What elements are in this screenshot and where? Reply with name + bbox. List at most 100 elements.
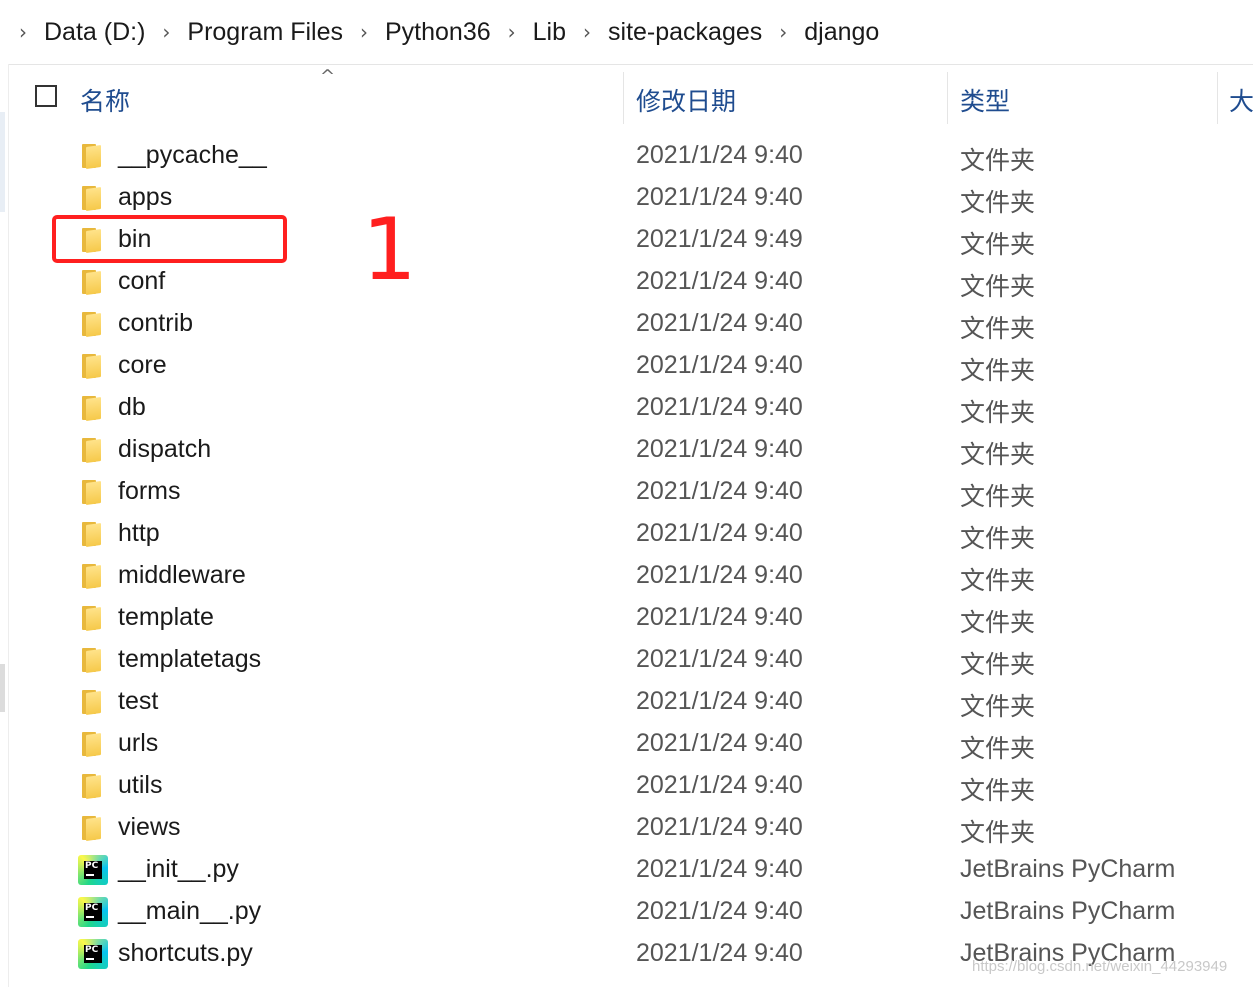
file-modified-date: 2021/1/24 9:40 [636,855,803,883]
pycharm-icon: PC [78,855,108,885]
file-row[interactable]: urls 2021/1/24 9:40 文件夹 [0,723,1253,765]
column-divider[interactable] [947,72,948,124]
file-modified-date: 2021/1/24 9:40 [636,603,803,631]
file-modified-date: 2021/1/24 9:40 [636,897,803,925]
file-name[interactable]: __pycache__ [118,141,267,170]
file-name[interactable]: test [118,687,158,716]
breadcrumb-item[interactable]: Program Files [183,18,347,47]
chevron-right-icon[interactable]: › [495,20,529,44]
file-name[interactable]: contrib [118,309,193,338]
file-type: 文件夹 [960,693,1036,721]
folder-icon [78,603,108,633]
file-modified-date: 2021/1/24 9:40 [636,561,803,589]
file-name[interactable]: db [118,393,146,422]
file-row[interactable]: apps 2021/1/24 9:40 文件夹 [0,177,1253,219]
file-modified-date: 2021/1/24 9:40 [636,645,803,673]
file-modified-date: 2021/1/24 9:40 [636,141,803,169]
folder-icon [78,351,108,381]
file-name[interactable]: middleware [118,561,246,590]
column-header: ^ 名称 修改日期 类型 大 [10,64,1253,130]
file-type: 文件夹 [960,273,1036,301]
column-divider[interactable] [1217,72,1218,124]
folder-icon [78,393,108,423]
column-name-header[interactable]: 名称 [80,82,130,118]
file-name[interactable]: urls [118,729,158,758]
file-name[interactable]: shortcuts.py [118,939,253,968]
file-modified-date: 2021/1/24 9:40 [636,267,803,295]
file-row[interactable]: dispatch 2021/1/24 9:40 文件夹 [0,429,1253,471]
file-modified-date: 2021/1/24 9:40 [636,939,803,967]
file-modified-date: 2021/1/24 9:40 [636,477,803,505]
file-name[interactable]: core [118,351,167,380]
address-bar[interactable]: i ›Data (D:)›Program Files›Python36›Lib›… [0,0,1253,65]
file-row[interactable]: middleware 2021/1/24 9:40 文件夹 [0,555,1253,597]
file-type: JetBrains PyCharm [960,855,1176,883]
file-row[interactable]: templatetags 2021/1/24 9:40 文件夹 [0,639,1253,681]
file-row[interactable]: http 2021/1/24 9:40 文件夹 [0,513,1253,555]
file-type: 文件夹 [960,735,1036,763]
file-name[interactable]: apps [118,183,172,212]
file-type: 文件夹 [960,651,1036,679]
file-modified-date: 2021/1/24 9:49 [636,225,803,253]
breadcrumb-item[interactable]: django [800,18,883,47]
file-type: 文件夹 [960,441,1036,469]
column-type-header[interactable]: 类型 [960,82,1010,118]
pycharm-icon: PC [78,939,108,969]
column-size-header[interactable]: 大 [1229,82,1253,118]
folder-icon [78,477,108,507]
file-type: 文件夹 [960,777,1036,805]
file-row[interactable]: test 2021/1/24 9:40 文件夹 [0,681,1253,723]
file-row[interactable]: PC __main__.py 2021/1/24 9:40 JetBrains PyC… [0,891,1253,933]
select-all-checkbox[interactable] [35,85,57,107]
file-name[interactable]: template [118,603,214,632]
chevron-right-icon[interactable]: › [149,20,183,44]
file-modified-date: 2021/1/24 9:40 [636,309,803,337]
file-modified-date: 2021/1/24 9:40 [636,771,803,799]
file-name[interactable]: conf [118,267,165,296]
chevron-right-icon[interactable]: › [570,20,604,44]
file-modified-date: 2021/1/24 9:40 [636,519,803,547]
file-row[interactable]: contrib 2021/1/24 9:40 文件夹 [0,303,1253,345]
chevron-right-icon[interactable]: › [766,20,800,44]
file-modified-date: 2021/1/24 9:40 [636,183,803,211]
breadcrumb-item[interactable]: site-packages [604,18,766,47]
breadcrumb-item[interactable]: Lib [529,18,570,47]
file-name[interactable]: forms [118,477,181,506]
file-row[interactable]: __pycache__ 2021/1/24 9:40 文件夹 [0,135,1253,177]
file-row[interactable]: views 2021/1/24 9:40 文件夹 [0,807,1253,849]
column-date-header[interactable]: 修改日期 [636,82,736,118]
file-name[interactable]: views [118,813,181,842]
file-name[interactable]: __main__.py [118,897,261,926]
file-row[interactable]: db 2021/1/24 9:40 文件夹 [0,387,1253,429]
annotation-number: 1 [362,200,417,300]
file-modified-date: 2021/1/24 9:40 [636,729,803,757]
file-type: 文件夹 [960,483,1036,511]
chevron-right-icon[interactable]: › [347,20,381,44]
annotation-highlight-box [52,215,287,263]
folder-icon [78,645,108,675]
file-name[interactable]: dispatch [118,435,211,464]
folder-icon [78,141,108,171]
file-type: 文件夹 [960,819,1036,847]
file-row[interactable]: conf 2021/1/24 9:40 文件夹 [0,261,1253,303]
file-type: 文件夹 [960,147,1036,175]
file-row[interactable]: core 2021/1/24 9:40 文件夹 [0,345,1253,387]
file-name[interactable]: utils [118,771,162,800]
file-type: 文件夹 [960,609,1036,637]
file-row[interactable]: PC __init__.py 2021/1/24 9:40 JetBrains PyC… [0,849,1253,891]
breadcrumb-item[interactable]: Python36 [381,18,495,47]
breadcrumb-item[interactable]: Data (D:) [40,18,149,47]
file-row[interactable]: utils 2021/1/24 9:40 文件夹 [0,765,1253,807]
file-name[interactable]: http [118,519,160,548]
file-type: JetBrains PyCharm [960,897,1176,925]
chevron-right-icon[interactable]: › [6,20,40,44]
file-name[interactable]: templatetags [118,645,261,674]
column-divider[interactable] [623,72,624,124]
file-name[interactable]: __init__.py [118,855,239,884]
breadcrumb: › Data (D:) › Program Files › Python36 › Lib › si… [6,18,883,47]
folder-icon [78,519,108,549]
file-row[interactable]: template 2021/1/24 9:40 文件夹 [0,597,1253,639]
file-type: 文件夹 [960,315,1036,343]
pycharm-icon: PC [78,897,108,927]
file-row[interactable]: forms 2021/1/24 9:40 文件夹 [0,471,1253,513]
